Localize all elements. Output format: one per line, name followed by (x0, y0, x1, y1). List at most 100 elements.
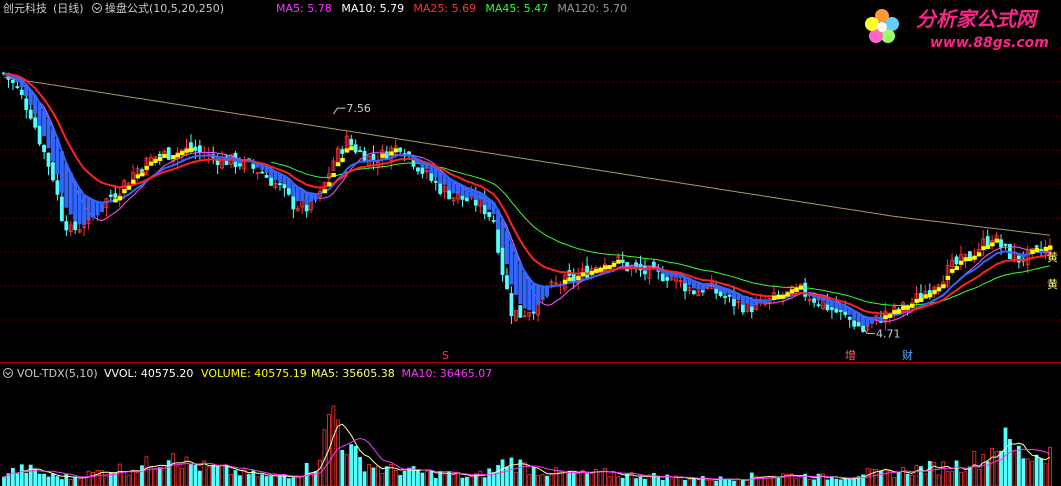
up-band-step (188, 148, 194, 153)
candle-body (59, 196, 64, 222)
ma-legend-item: MA25: 5.69 (413, 2, 476, 15)
candle-body (46, 152, 51, 167)
volume-bar (55, 476, 60, 486)
volume-bar (193, 464, 198, 486)
volume-bar (278, 476, 282, 486)
blue-trend-line (3, 72, 1051, 320)
down-band-step (656, 268, 661, 271)
down-band-step (807, 294, 812, 297)
candle-body (286, 188, 291, 195)
candle-body (55, 180, 60, 195)
volume-bar (967, 466, 972, 486)
volume-bar (714, 480, 719, 486)
volume-dropdown[interactable]: VOL-TDX(5,10) (3, 367, 98, 380)
up-band-step (593, 268, 599, 273)
up-band-step (580, 272, 586, 277)
volume-legend-item: MA10: 36465.07 (402, 367, 493, 380)
down-band-step (15, 77, 20, 82)
volume-bar (77, 479, 82, 486)
volume-bar (362, 471, 367, 486)
volume-bar (936, 474, 941, 486)
down-band-step (491, 202, 496, 215)
watermark-url: www.88gs.com (930, 35, 1049, 51)
candle-body (660, 273, 665, 282)
up-band-step (985, 244, 991, 249)
candle-body (727, 294, 732, 297)
up-band-step (932, 290, 937, 295)
candle-body (416, 167, 420, 172)
down-band-step (518, 263, 523, 304)
volume-bar (656, 476, 661, 486)
flower-logo-icon (865, 9, 899, 43)
volume-bar (113, 473, 118, 486)
down-band-step (237, 160, 242, 164)
down-band-step (304, 192, 309, 205)
stock-name: 创元科技 (3, 1, 47, 15)
up-band-step (139, 172, 145, 177)
volume-bar (398, 475, 403, 486)
volume-bar (331, 405, 336, 486)
volume-bar (585, 473, 589, 486)
volume-bar (562, 471, 567, 486)
candle-body (264, 174, 269, 178)
down-band-step (500, 220, 505, 248)
down-band-step (42, 110, 47, 137)
volume-bar (576, 472, 581, 486)
volume-bar (46, 476, 51, 486)
volume-bar (220, 465, 225, 486)
volume-bar (660, 479, 665, 486)
volume-bar (95, 469, 100, 486)
down-band-step (642, 268, 647, 271)
volume-bar (189, 463, 193, 486)
volume-bar (634, 478, 638, 486)
volume-bars (2, 405, 1052, 486)
volume-bar (140, 465, 144, 486)
up-band-step (780, 294, 786, 299)
up-band-step (798, 285, 804, 290)
down-band-step (59, 151, 64, 193)
volume-bar (82, 477, 87, 486)
volume-bar (763, 477, 768, 486)
candle-body (505, 275, 509, 290)
volume-bar (999, 450, 1003, 486)
down-band-step (740, 296, 745, 305)
volume-bar (927, 461, 932, 486)
up-band-step (380, 153, 385, 158)
volume-bar (86, 470, 91, 486)
up-band-step (389, 151, 394, 156)
volume-bar (549, 474, 554, 486)
up-band-step (326, 182, 332, 187)
ma-legend: MA5: 5.78 MA10: 5.79 MA25: 5.69 MA45: 5.47 M… (276, 2, 627, 15)
volume-bar (135, 472, 140, 486)
down-band-step (700, 283, 705, 291)
signal-zeng: 增 (845, 348, 856, 362)
candle-body (433, 180, 438, 183)
volume-bar (669, 478, 674, 486)
circle-dropdown-icon[interactable] (3, 368, 13, 378)
candle-body (140, 169, 144, 172)
circle-dropdown-icon[interactable] (92, 3, 102, 13)
volume-bar (589, 472, 594, 486)
down-band-step (482, 195, 487, 206)
up-band-step (972, 255, 977, 260)
volume-bar (611, 472, 616, 486)
volume-bar (870, 468, 874, 486)
volume-bar (781, 473, 785, 486)
up-band-step (322, 189, 327, 194)
down-band-step (545, 287, 550, 297)
candle-body (665, 276, 670, 281)
down-band-step (424, 162, 429, 169)
down-band-step (487, 198, 492, 210)
down-band-step (442, 174, 447, 185)
formula-dropdown[interactable]: 操盘公式(10,5,20,250) (92, 1, 225, 15)
volume-bar (527, 474, 532, 486)
down-band-step (68, 172, 73, 215)
volume-bar (144, 456, 149, 486)
up-band-step (958, 260, 964, 265)
down-band-step (749, 299, 754, 307)
candle-body (113, 193, 118, 198)
down-band-step (19, 80, 24, 87)
down-band-step (295, 187, 300, 202)
stock-chart: 创元科技 (日线) 操盘公式(10,5,20,250) MA5: 5.78 MA1… (0, 0, 1061, 486)
right-tag-lower: 黄 (1047, 277, 1058, 291)
